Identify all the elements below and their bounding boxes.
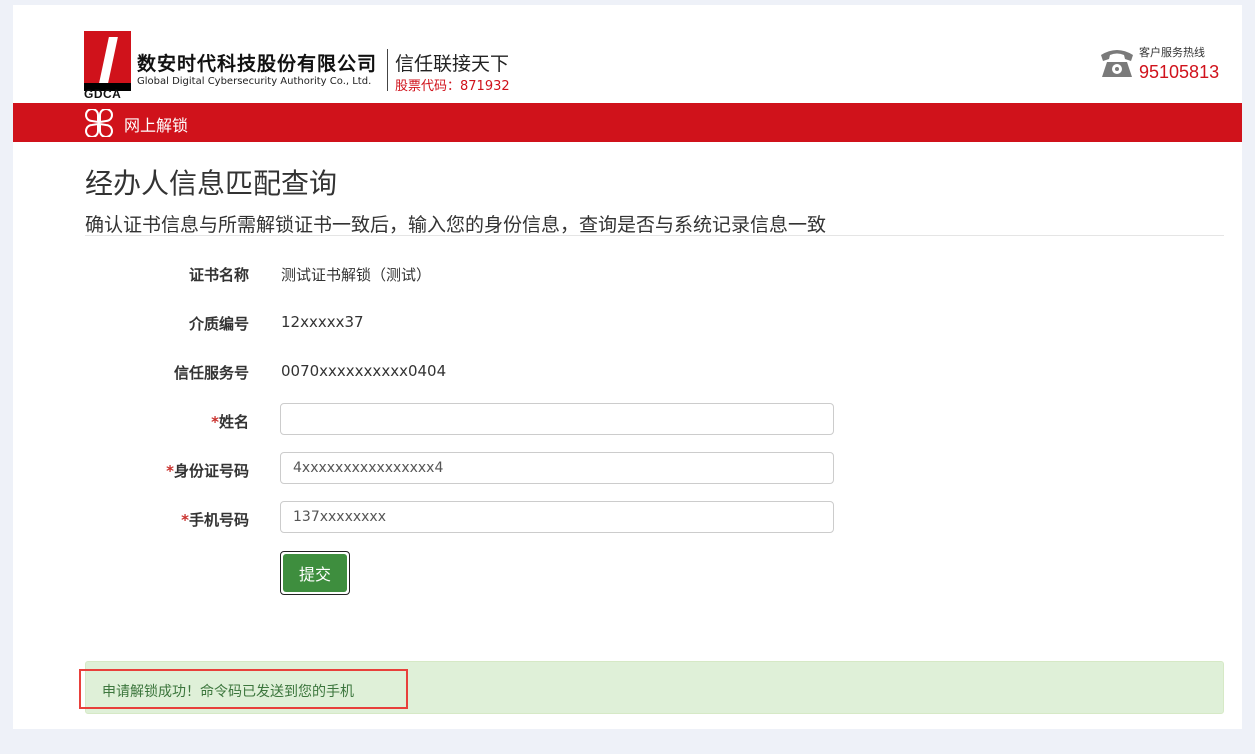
- clover-grid-icon: [85, 109, 113, 137]
- site-header: GDCA 数安时代科技股份有限公司 Global Digital Cyberse…: [13, 5, 1242, 103]
- id-number-label: *身份证号码: [113, 460, 249, 481]
- hotline-number: 95105813: [1139, 62, 1220, 82]
- gdca-logo-icon: [84, 31, 131, 91]
- name-input[interactable]: [280, 403, 834, 435]
- required-mark: *: [211, 413, 219, 431]
- media-number-value: 12xxxxx37: [281, 313, 364, 331]
- id-number-label-text: 身份证号码: [173, 462, 249, 480]
- telephone-icon: [1101, 50, 1133, 77]
- submit-button-label: 提交: [283, 554, 347, 592]
- company-slogan: 信任联接天下: [395, 53, 510, 75]
- stock-code: 股票代码：871932: [395, 79, 510, 94]
- submit-button[interactable]: 提交: [280, 551, 350, 595]
- page-panel: GDCA 数安时代科技股份有限公司 Global Digital Cyberse…: [13, 5, 1242, 729]
- logo-abbreviation: GDCA: [84, 87, 122, 101]
- annotation-highlight-box: [79, 669, 408, 709]
- page-subtitle: 确认证书信息与所需解锁证书一致后，输入您的身份信息，查询是否与系统记录信息一致: [85, 214, 827, 236]
- trust-service-label: 信任服务号: [173, 364, 249, 382]
- nav-online-unlock[interactable]: 网上解锁: [124, 112, 188, 136]
- required-mark: *: [166, 462, 174, 480]
- title-divider: [85, 235, 1224, 236]
- phone-input[interactable]: [280, 501, 834, 533]
- name-label-text: 姓名: [218, 413, 249, 431]
- media-number-label: 介质编号: [188, 315, 249, 333]
- company-name-cn: 数安时代科技股份有限公司: [137, 53, 378, 75]
- company-name-en: Global Digital Cybersecurity Authority C…: [137, 76, 372, 87]
- trust-service-value: 0070xxxxxxxxxx0404: [281, 362, 447, 380]
- cert-name-label: 证书名称: [188, 266, 249, 284]
- header-divider: [387, 49, 388, 91]
- cert-name-value: 测试证书解锁（测试）: [281, 266, 432, 284]
- top-navbar: 网上解锁: [13, 103, 1242, 142]
- id-number-input[interactable]: [280, 452, 834, 484]
- required-mark: *: [181, 511, 189, 529]
- phone-label-text: 手机号码: [188, 511, 249, 529]
- hotline-label: 客户服务热线: [1139, 46, 1205, 59]
- name-label: *姓名: [113, 411, 249, 432]
- phone-label: *手机号码: [113, 509, 249, 530]
- page-title: 经办人信息匹配查询: [85, 167, 338, 200]
